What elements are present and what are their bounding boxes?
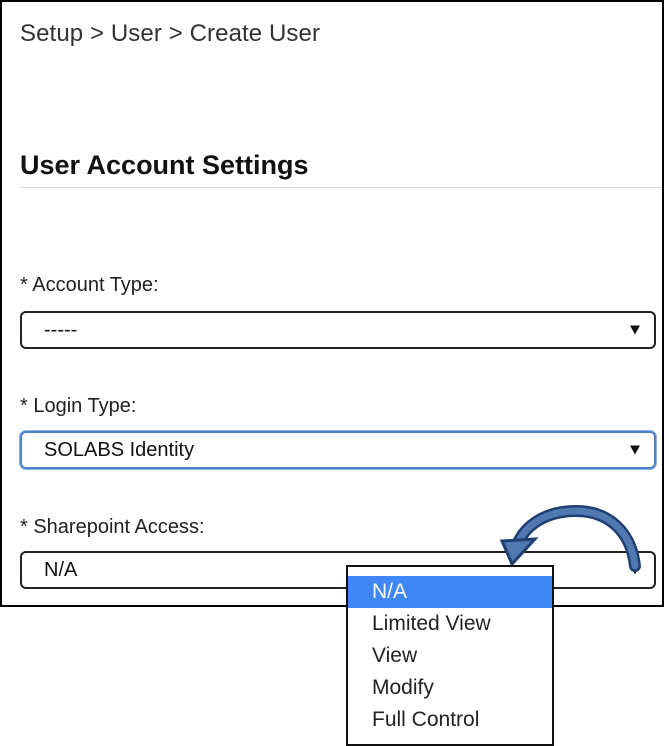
account-type-value: ----- — [44, 318, 78, 341]
dropdown-option[interactable]: Limited View — [348, 608, 552, 640]
sharepoint-access-value: N/A — [44, 558, 78, 581]
login-type-label: * Login Type: — [20, 395, 137, 417]
account-type-label: * Account Type: — [20, 274, 159, 296]
login-type-value: SOLABS Identity — [44, 438, 195, 461]
sharepoint-access-label: * Sharepoint Access: — [20, 516, 205, 538]
section-divider — [20, 187, 662, 188]
chevron-down-icon — [630, 325, 640, 335]
dropdown-option[interactable]: N/A — [348, 576, 552, 608]
login-type-select[interactable]: SOLABS Identity — [20, 431, 656, 469]
dropdown-option[interactable]: Modify — [348, 672, 552, 704]
breadcrumb: Setup > User > Create User — [20, 20, 321, 47]
account-type-select[interactable]: ----- — [20, 311, 656, 349]
dropdown-option[interactable]: Full Control — [348, 704, 552, 736]
chevron-down-icon — [630, 445, 640, 455]
sharepoint-access-dropdown: N/A Limited View View Modify Full Contro… — [346, 565, 554, 746]
dropdown-option[interactable]: View — [348, 640, 552, 672]
section-title: User Account Settings — [20, 150, 309, 180]
